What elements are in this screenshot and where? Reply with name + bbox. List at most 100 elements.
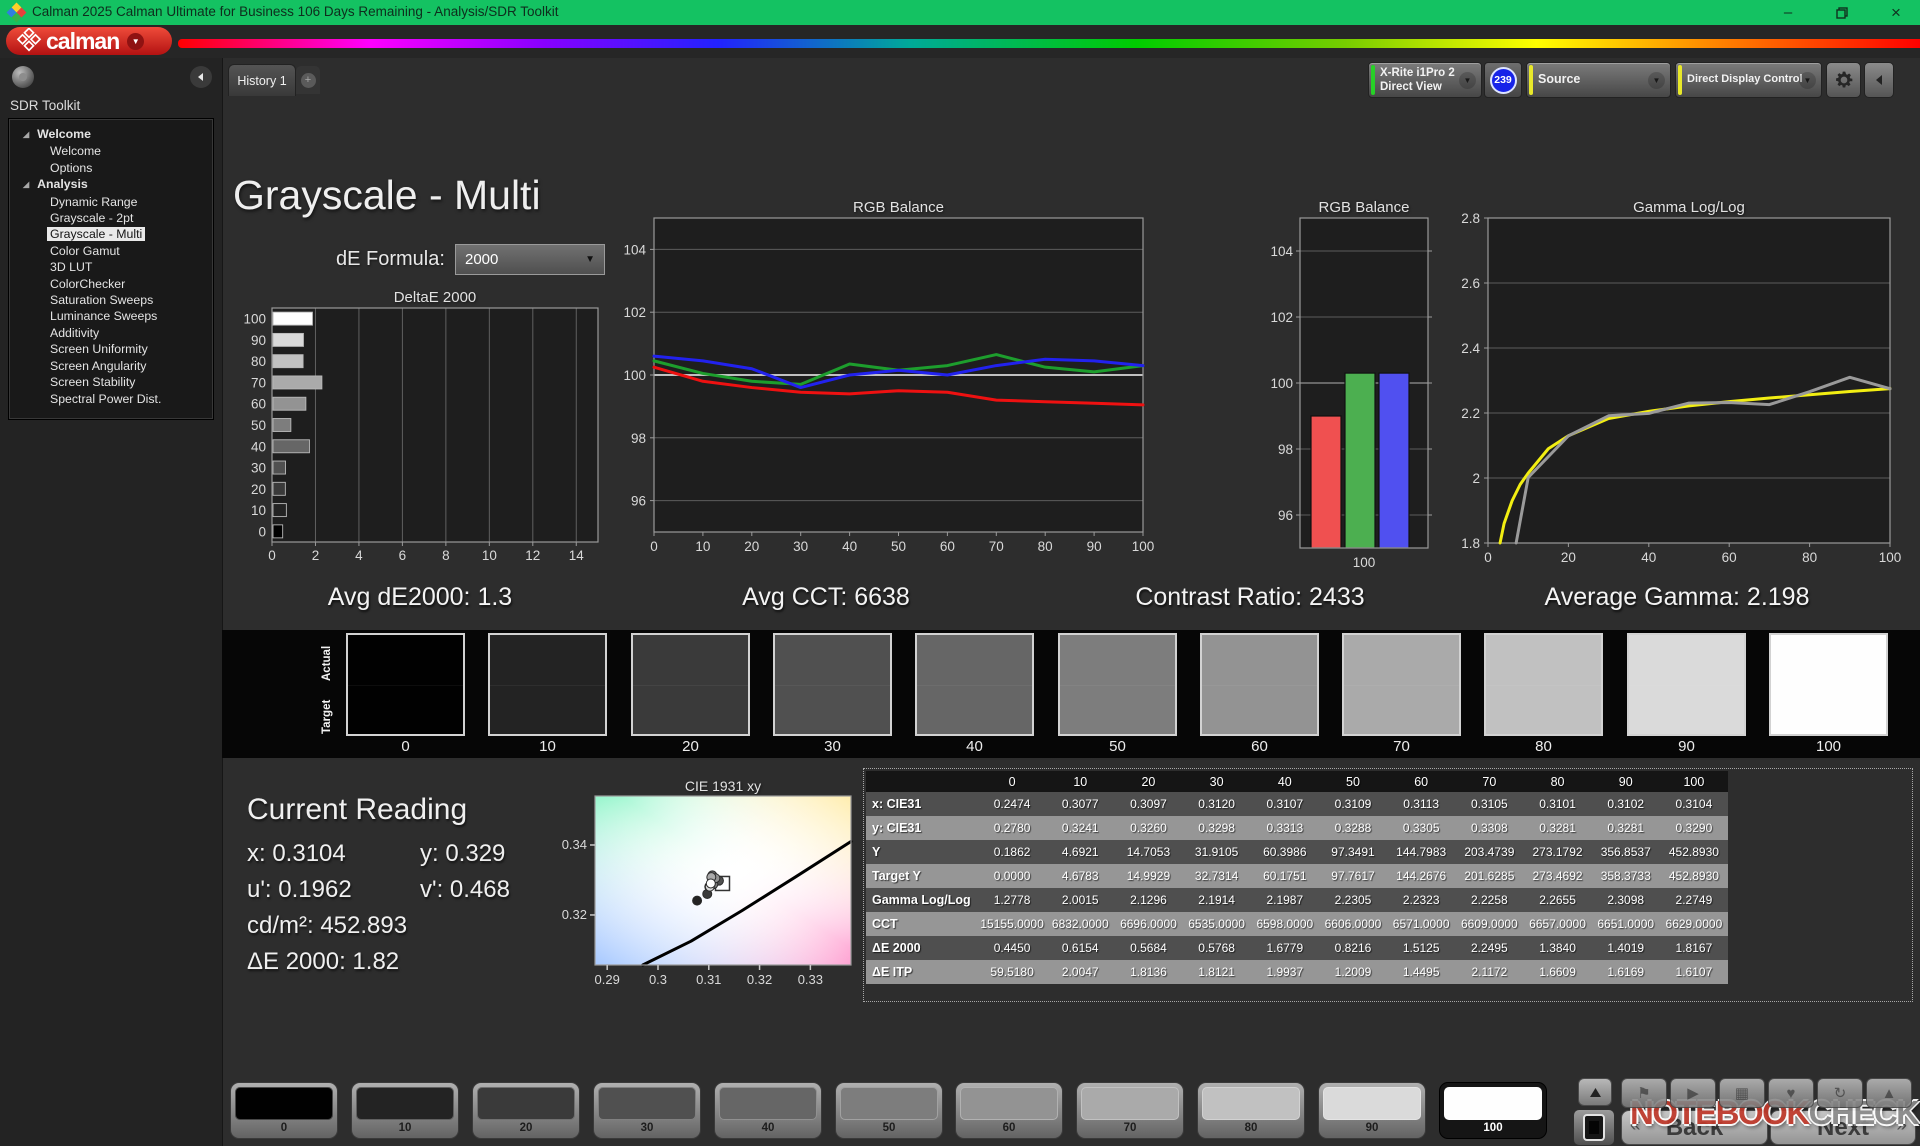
sidebar-item-3d-lut[interactable]: 3D LUT xyxy=(9,259,213,275)
table-cell: 1.6169 xyxy=(1592,960,1660,984)
pattern-button-10[interactable]: 10 xyxy=(351,1082,459,1139)
svg-text:102: 102 xyxy=(623,305,646,320)
sidebar-item-color-gamut[interactable]: Color Gamut xyxy=(9,243,213,259)
table-cell: 0.1862 xyxy=(978,840,1046,864)
sidebar-item-additivity[interactable]: Additivity xyxy=(9,325,213,341)
pattern-scroll-up-button[interactable] xyxy=(1578,1078,1612,1106)
pattern-button-90[interactable]: 90 xyxy=(1318,1082,1426,1139)
pattern-button-80[interactable]: 80 xyxy=(1197,1082,1305,1139)
pattern-swatch xyxy=(477,1087,575,1120)
pattern-button-20[interactable]: 20 xyxy=(472,1082,580,1139)
toolbar-button-flag-icon[interactable]: ⚑ xyxy=(1621,1078,1667,1108)
toolbar-button-heart-icon[interactable]: ♥ xyxy=(1768,1078,1814,1108)
sidebar-item-welcome[interactable]: Welcome xyxy=(9,143,213,159)
table-cell: 0.0000 xyxy=(978,864,1046,888)
svg-text:2: 2 xyxy=(1472,471,1480,486)
minimize-button[interactable]: – xyxy=(1770,0,1806,25)
deltae-bar-chart: 024681012140102030405060708090100 xyxy=(240,288,620,578)
pattern-button-40[interactable]: 40 xyxy=(714,1082,822,1139)
table-row-label: Target Y xyxy=(866,864,978,888)
pattern-swatch xyxy=(598,1087,696,1120)
close-button[interactable]: × xyxy=(1878,0,1914,25)
display-control-dropdown[interactable]: Direct Display Control ▼ xyxy=(1675,62,1822,98)
actual-target-divider xyxy=(633,685,748,686)
sidebar-item-welcome[interactable]: ◢Welcome xyxy=(9,126,213,143)
sidebar-item-analysis[interactable]: ◢Analysis xyxy=(9,176,213,193)
table-cell: 2.1296 xyxy=(1114,888,1182,912)
meter-dropdown[interactable]: X-Rite i1Pro 2 Direct View ▼ xyxy=(1368,62,1482,98)
table-cell: 6651.0000 xyxy=(1592,912,1660,936)
actual-target-divider xyxy=(1629,685,1744,686)
toolbar-button-play-icon[interactable]: ▶ xyxy=(1670,1078,1716,1108)
restore-icon xyxy=(1836,7,1848,19)
settings-button[interactable] xyxy=(1826,62,1861,98)
svg-text:10: 10 xyxy=(251,503,266,518)
sidebar-item-options[interactable]: Options xyxy=(9,160,213,176)
actual-target-divider xyxy=(1060,685,1175,686)
pattern-window-button[interactable] xyxy=(1573,1109,1615,1146)
toolbar-button-grid-icon[interactable]: ▦ xyxy=(1719,1078,1765,1108)
next-button[interactable]: Next » xyxy=(1770,1110,1916,1145)
stat-average-gamma: Average Gamma: 2.198 xyxy=(1545,583,1810,612)
sidebar-item-colorchecker[interactable]: ColorChecker xyxy=(9,276,213,292)
chevron-down-icon[interactable]: ▼ xyxy=(127,33,144,50)
svg-text:50: 50 xyxy=(251,418,266,433)
svg-text:14: 14 xyxy=(569,548,585,563)
pattern-button-70[interactable]: 70 xyxy=(1076,1082,1184,1139)
pattern-button-30[interactable]: 30 xyxy=(593,1082,701,1139)
panel-collapse-button[interactable] xyxy=(1864,62,1894,98)
table-column-header: 60 xyxy=(1387,771,1455,792)
table-cell: 356.8537 xyxy=(1592,840,1660,864)
sidebar-item-label: Welcome xyxy=(47,144,104,158)
sidebar-options-button[interactable] xyxy=(12,66,34,88)
table-cell: 0.3105 xyxy=(1455,792,1523,816)
svg-text:80: 80 xyxy=(1038,539,1053,554)
table-corner-cell xyxy=(866,771,978,792)
sidebar-item-grayscale-2pt[interactable]: Grayscale - 2pt xyxy=(9,210,213,226)
table-cell: 6657.0000 xyxy=(1523,912,1591,936)
meter-count-button[interactable]: 239 xyxy=(1484,62,1522,98)
table-cell: 2.2323 xyxy=(1387,888,1455,912)
sidebar-item-screen-angularity[interactable]: Screen Angularity xyxy=(9,358,213,374)
tab-history-1[interactable]: History 1 xyxy=(228,64,296,96)
pattern-button-label: 60 xyxy=(956,1122,1062,1134)
table-cell: 358.3733 xyxy=(1592,864,1660,888)
sidebar-item-label: Options xyxy=(47,161,95,175)
toolbar-button-refresh-icon[interactable]: ↻ xyxy=(1817,1078,1863,1108)
chevron-down-icon: ▼ xyxy=(585,245,595,274)
display-control-label: Direct Display Control xyxy=(1687,73,1803,87)
add-tab-button[interactable]: + xyxy=(296,66,320,94)
gray-swatch-label: 80 xyxy=(1484,738,1603,755)
svg-text:40: 40 xyxy=(842,539,857,554)
sidebar-item-spectral-power-dist[interactable]: Spectral Power Dist. xyxy=(9,391,213,407)
measurement-table: 0102030405060708090100x: CIE310.24740.30… xyxy=(866,771,1728,984)
pattern-button-100[interactable]: 100 xyxy=(1439,1082,1547,1139)
table-cell: 2.2305 xyxy=(1319,888,1387,912)
table-cell: 0.6154 xyxy=(1046,936,1114,960)
table-cell: 1.6107 xyxy=(1660,960,1728,984)
sidebar-item-dynamic-range[interactable]: Dynamic Range xyxy=(9,194,213,210)
pattern-button-60[interactable]: 60 xyxy=(955,1082,1063,1139)
source-dropdown[interactable]: Source ▼ xyxy=(1526,62,1671,98)
de-formula-dropdown[interactable]: 2000 ▼ xyxy=(455,244,605,275)
pattern-button-50[interactable]: 50 xyxy=(835,1082,943,1139)
table-cell: 0.3097 xyxy=(1114,792,1182,816)
tree-expand-icon[interactable]: ◢ xyxy=(23,180,29,189)
tree-expand-icon[interactable]: ◢ xyxy=(23,130,29,139)
sidebar-item-luminance-sweeps[interactable]: Luminance Sweeps xyxy=(9,308,213,324)
sidebar-item-screen-uniformity[interactable]: Screen Uniformity xyxy=(9,341,213,357)
restore-button[interactable] xyxy=(1824,0,1860,25)
svg-text:40: 40 xyxy=(1641,550,1656,565)
sidebar-item-screen-stability[interactable]: Screen Stability xyxy=(9,374,213,390)
table-column-header: 30 xyxy=(1183,771,1251,792)
sidebar-item-grayscale-multi[interactable]: Grayscale - Multi xyxy=(9,226,213,242)
sidebar-collapse-button[interactable] xyxy=(190,66,212,88)
back-button[interactable]: « Back xyxy=(1621,1110,1768,1145)
toolbar-button-up-icon[interactable]: ▲ xyxy=(1866,1078,1912,1108)
pattern-button-0[interactable]: 0 xyxy=(230,1082,338,1139)
calman-menu-button[interactable]: calman ▼ xyxy=(6,27,172,55)
sidebar-item-label: Saturation Sweeps xyxy=(47,293,156,307)
table-cell: 2.0047 xyxy=(1046,960,1114,984)
sidebar-item-saturation-sweeps[interactable]: Saturation Sweeps xyxy=(9,292,213,308)
table-cell: 0.3290 xyxy=(1660,816,1728,840)
